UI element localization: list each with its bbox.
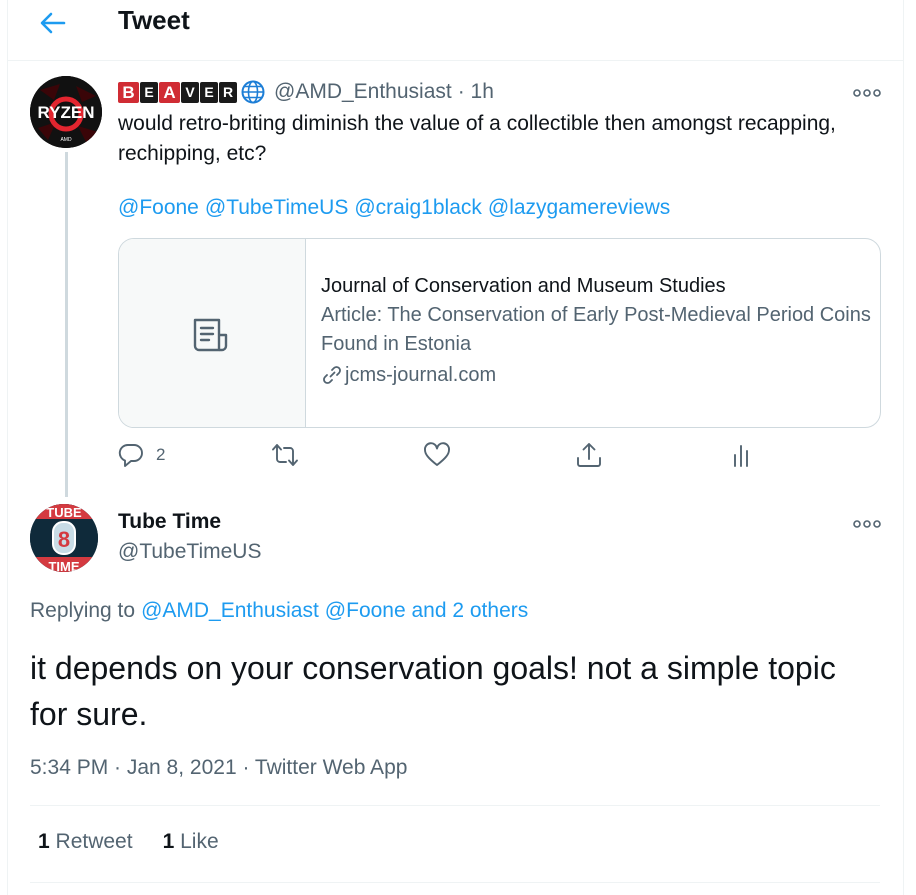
- tube-logo-top-text: TUBE: [46, 505, 82, 520]
- avatar-tube-time[interactable]: TUBE TIME 8: [30, 504, 98, 572]
- ryzen-logo-text: RYZEN: [38, 103, 95, 122]
- tweet-timestamp: 5:34 PM · Jan 8, 2021 · Twitter Web App: [30, 756, 407, 780]
- card-title: Article: The Conservation of Early Post-…: [321, 304, 871, 355]
- reply-icon: [118, 444, 143, 467]
- amd-logo-text: AMD: [60, 137, 72, 143]
- parent-tweet-actions: 2: [116, 440, 836, 476]
- author-name[interactable]: Tube Time: [118, 510, 221, 534]
- like-count: 1: [162, 830, 175, 853]
- reply-button[interactable]: 2: [116, 440, 165, 470]
- parent-tweet-text: would retro-briting diminish the value o…: [118, 112, 836, 165]
- retweet-icon: [272, 444, 298, 466]
- badge-letter: A: [159, 81, 180, 103]
- avatar-amd-enthusiast[interactable]: RYZEN AMD: [30, 76, 102, 148]
- share-icon: [577, 443, 601, 467]
- link-icon: [323, 366, 341, 384]
- like-button[interactable]: [422, 440, 452, 470]
- analytics-button[interactable]: [726, 440, 756, 470]
- heart-icon: [424, 442, 450, 466]
- frame-border-left: [7, 0, 8, 895]
- badge-letter: R: [219, 81, 237, 103]
- thread-connector: [65, 152, 68, 497]
- display-name-badge[interactable]: B E A V E R: [118, 79, 266, 105]
- badge-letter: B: [118, 81, 139, 103]
- card-thumbnail: [119, 239, 306, 427]
- card-domain: jcms-journal.com: [321, 359, 871, 391]
- replying-prefix: Replying to: [30, 599, 136, 622]
- divider: [30, 805, 880, 806]
- parent-tweet-mentions: @Foone @TubeTimeUS @craig1black @lazygam…: [118, 196, 670, 220]
- author-handle[interactable]: @TubeTimeUS: [118, 540, 261, 564]
- mention-link[interactable]: @lazygamereviews: [488, 196, 670, 220]
- card-body: Journal of Conservation and Museum Studi…: [321, 271, 871, 391]
- replying-others-link[interactable]: @Foone and 2 others: [325, 599, 528, 623]
- like-label: Like: [180, 830, 219, 853]
- parent-time[interactable]: · 1h: [458, 80, 494, 104]
- share-button[interactable]: [574, 440, 604, 470]
- retweet-button[interactable]: [270, 440, 300, 470]
- mention-link[interactable]: @TubeTimeUS: [205, 196, 348, 220]
- divider: [30, 882, 880, 883]
- replying-handle-link[interactable]: @AMD_Enthusiast: [141, 599, 319, 623]
- retweet-label: Retweet: [55, 830, 133, 853]
- reply-count: 2: [156, 445, 166, 464]
- mention-link[interactable]: @Foone: [118, 196, 199, 220]
- analytics-icon: [734, 445, 748, 467]
- page-title: Tweet: [118, 5, 190, 35]
- back-arrow-icon[interactable]: [38, 8, 68, 38]
- main-tweet-text: it depends on your conservation goals! n…: [30, 650, 836, 732]
- badge-letter: E: [140, 81, 158, 103]
- link-preview-card[interactable]: Journal of Conservation and Museum Studi…: [118, 238, 881, 428]
- timestamp-text[interactable]: 5:34 PM · Jan 8, 2021 · Twitter Web App: [30, 756, 407, 780]
- frame-border-right: [903, 0, 904, 895]
- like-stat[interactable]: 1 Like: [163, 830, 219, 854]
- retweet-count: 1: [38, 830, 50, 853]
- card-source: Journal of Conservation and Museum Studi…: [321, 275, 726, 297]
- tube-logo-bottom-text: TIME: [48, 559, 79, 572]
- more-options-icon[interactable]: [853, 85, 881, 97]
- tube-logo-digit: 8: [58, 527, 70, 552]
- mention-link[interactable]: @craig1black: [354, 196, 482, 220]
- retweet-stat[interactable]: 1 Retweet: [38, 830, 133, 854]
- header-divider: [8, 60, 903, 61]
- badge-letter: V: [181, 81, 199, 103]
- parent-tweet-header: B E A V E R @AMD_Enthusiast · 1h: [118, 78, 494, 106]
- engagement-stats: 1 Retweet 1 Like: [38, 830, 219, 854]
- badge-letter: E: [200, 81, 218, 103]
- globe-icon: [241, 80, 265, 104]
- card-domain-text: jcms-journal.com: [345, 364, 497, 386]
- document-icon: [193, 318, 228, 352]
- replying-to-line: Replying to @AMD_Enthusiast @Foone and 2…: [30, 599, 528, 623]
- parent-handle[interactable]: @AMD_Enthusiast: [274, 80, 452, 104]
- more-options-icon[interactable]: [853, 516, 881, 528]
